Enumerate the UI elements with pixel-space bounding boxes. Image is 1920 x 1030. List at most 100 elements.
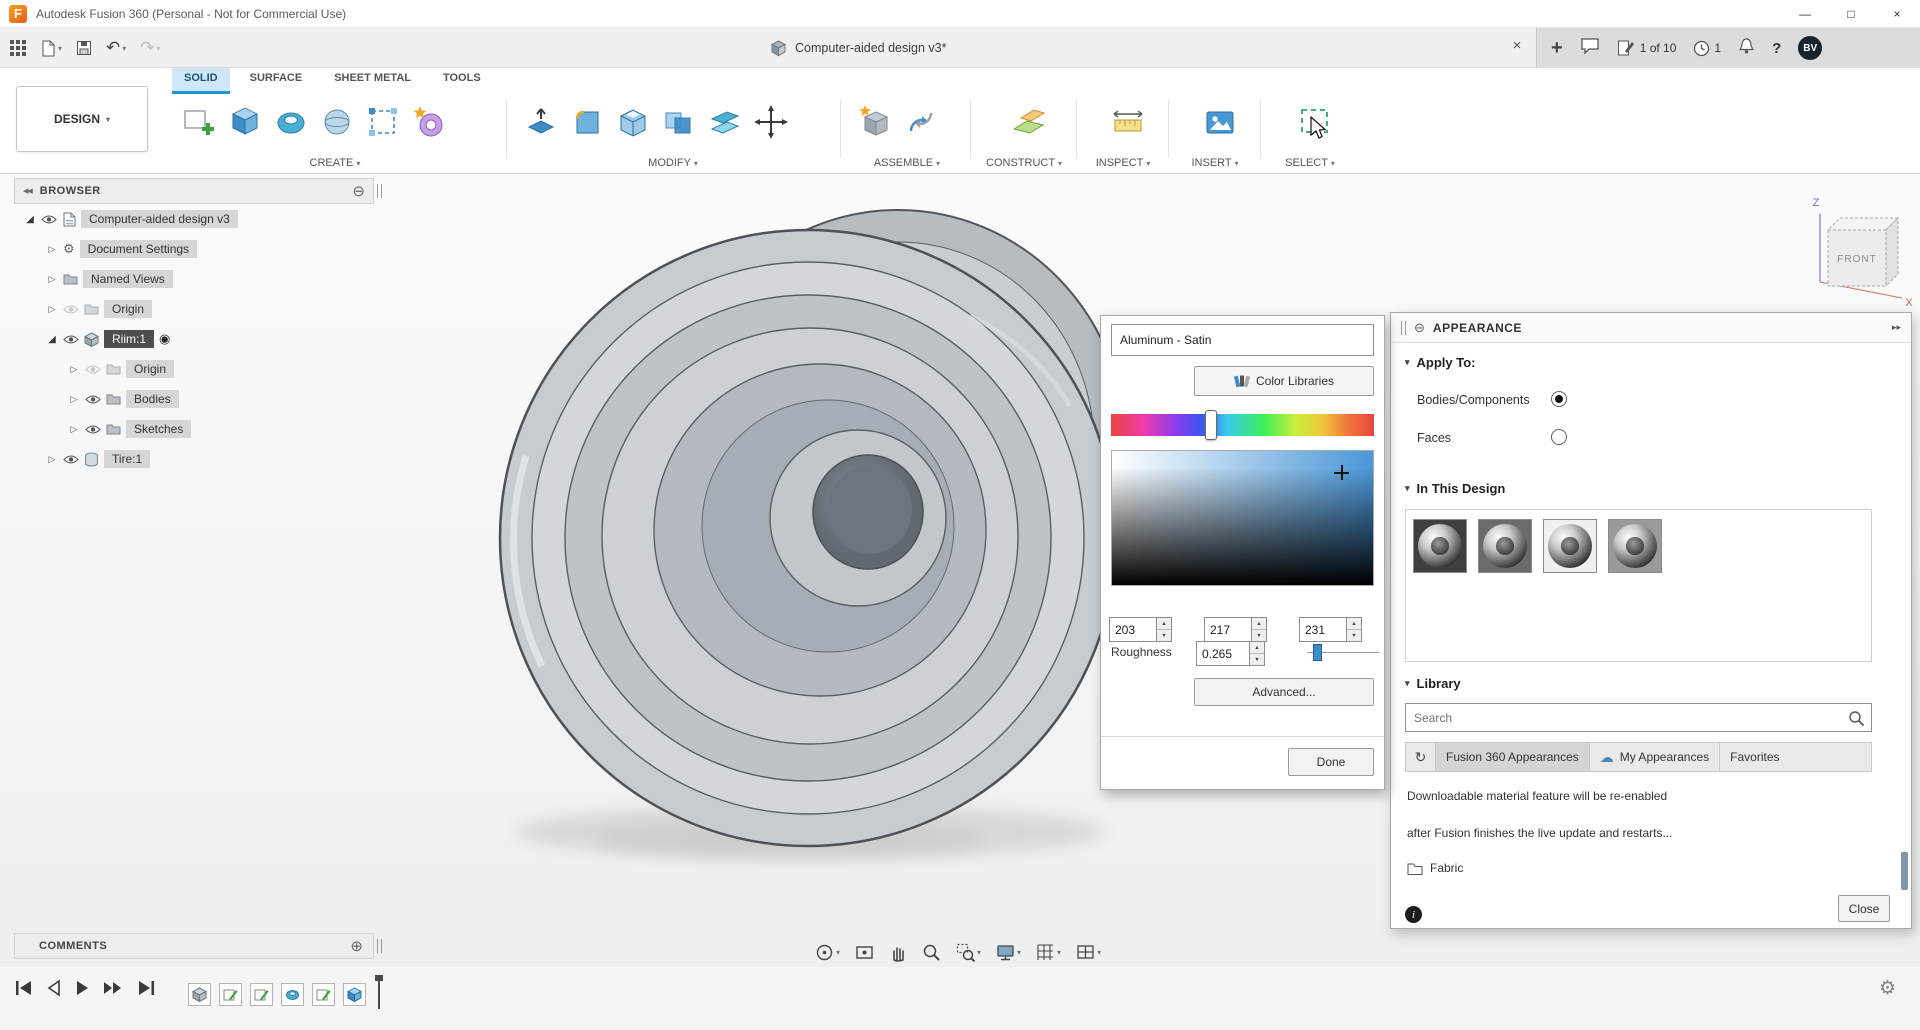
document-tab[interactable]: Computer-aided design v3* — [770, 28, 946, 68]
visibility-eye-icon[interactable] — [63, 334, 79, 345]
view-cube[interactable]: FRONT Z X — [1782, 186, 1917, 316]
in-this-design-section[interactable]: ▾ In This Design — [1405, 481, 1505, 496]
zoom-icon[interactable] — [922, 943, 941, 962]
library-category-fabric[interactable]: Fabric — [1407, 861, 1463, 875]
hue-slider[interactable] — [1111, 410, 1374, 440]
document-tab-close-icon[interactable]: × — [1506, 37, 1528, 59]
group-assemble[interactable]: ASSEMBLE ▾ — [846, 157, 968, 169]
group-inspect[interactable]: INSPECT ▾ — [1080, 157, 1166, 169]
appearance-swatch[interactable] — [1413, 519, 1467, 573]
grid-snap-icon[interactable]: ▾ — [1036, 943, 1061, 962]
tab-sheet-metal[interactable]: SHEET METAL — [322, 68, 423, 94]
move-icon[interactable] — [752, 103, 790, 141]
new-component-icon[interactable] — [856, 103, 894, 141]
comments-expand-icon[interactable]: ⊕ — [350, 937, 363, 955]
offset-plane-icon[interactable] — [706, 103, 744, 141]
tab-solid[interactable]: SOLID — [172, 68, 230, 94]
group-modify[interactable]: MODIFY ▾ — [512, 157, 834, 169]
display-settings-icon[interactable]: ▾ — [996, 943, 1021, 962]
joint-icon[interactable] — [902, 103, 940, 141]
apply-to-section[interactable]: ▾ Apply To: — [1405, 355, 1476, 370]
expand-icon[interactable]: ◢ — [24, 214, 36, 225]
timeline-feature-extrude[interactable] — [343, 982, 366, 1006]
browser-item-riim-origin[interactable]: ▷ Origin — [14, 354, 374, 384]
timeline-feature-sketch[interactable] — [250, 982, 273, 1006]
spin-up-icon[interactable]: ▲ — [1252, 618, 1266, 630]
comments-bar[interactable]: COMMENTS ⊕ — [14, 933, 374, 959]
activate-component-radio[interactable]: ◉ — [159, 331, 170, 347]
timeline-feature-component[interactable] — [188, 982, 211, 1006]
appearance-swatch[interactable] — [1608, 519, 1662, 573]
browser-minimize-icon[interactable]: ⊖ — [352, 182, 365, 200]
coil-icon[interactable] — [410, 103, 448, 141]
apply-bodies-radio[interactable] — [1551, 391, 1567, 407]
orbit-icon[interactable]: ▾ — [815, 943, 840, 962]
roughness-input[interactable] — [1197, 642, 1249, 665]
viewports-icon[interactable]: ▾ — [1076, 943, 1101, 962]
done-button[interactable]: Done — [1288, 748, 1374, 776]
timeline-feature-revolve[interactable] — [281, 982, 304, 1006]
expand-icon[interactable]: ▷ — [68, 364, 80, 375]
library-scrollbar[interactable] — [1901, 852, 1908, 890]
go-to-end-icon[interactable] — [136, 979, 156, 997]
hue-slider-handle[interactable] — [1204, 410, 1217, 440]
save-icon[interactable] — [76, 40, 92, 56]
viewport-canvas[interactable]: FRONT Z X ◀◀ BROWSER ⊖ ◢ Computer-aided … — [0, 174, 1920, 967]
visibility-eye-icon[interactable] — [85, 394, 101, 405]
saturation-value-picker[interactable] — [1111, 450, 1374, 586]
job-journal-item[interactable]: 1 of 10 — [1617, 39, 1676, 57]
spin-up-icon[interactable]: ▲ — [1347, 618, 1361, 630]
play-icon[interactable] — [74, 979, 90, 997]
maximize-button[interactable]: □ — [1828, 0, 1874, 28]
expand-icon[interactable]: ▷ — [46, 274, 58, 285]
panel-grip[interactable] — [1401, 320, 1406, 335]
expand-icon[interactable]: ▷ — [68, 424, 80, 435]
visibility-eye-icon[interactable] — [63, 454, 79, 465]
browser-item-bodies[interactable]: ▷ Bodies — [14, 384, 374, 414]
appearance-swatch[interactable] — [1543, 519, 1597, 573]
app-grid-menu-icon[interactable] — [10, 40, 26, 56]
apply-faces-radio[interactable] — [1551, 429, 1567, 445]
tab-surface[interactable]: SURFACE — [238, 68, 315, 94]
press-pull-icon[interactable] — [522, 103, 560, 141]
color-picker-crosshair[interactable] — [1334, 465, 1349, 480]
expand-icon[interactable]: ◢ — [46, 334, 58, 345]
avatar[interactable]: BV — [1798, 36, 1823, 60]
undo-icon[interactable]: ↶ ▾ — [106, 38, 126, 58]
red-value-input[interactable] — [1110, 618, 1156, 641]
spin-down-icon[interactable]: ▼ — [1250, 654, 1264, 665]
step-back-icon[interactable] — [46, 979, 62, 997]
measure-icon[interactable] — [1109, 103, 1147, 141]
visibility-eye-off-icon[interactable] — [63, 304, 79, 315]
panel-collapse-icon[interactable]: ⊖ — [1414, 320, 1425, 336]
construct-plane-icon[interactable] — [1010, 103, 1048, 141]
new-tab-icon[interactable]: + — [1551, 37, 1563, 60]
go-to-start-icon[interactable] — [14, 979, 34, 997]
look-at-icon[interactable] — [855, 943, 874, 962]
notifications-bell-icon[interactable] — [1738, 37, 1755, 60]
shell-icon[interactable] — [614, 103, 652, 141]
create-sketch-icon[interactable] — [180, 103, 218, 141]
timeline-feature-sketch[interactable] — [312, 982, 335, 1006]
timeline-position-marker[interactable] — [375, 975, 383, 1009]
collapse-browser-icon[interactable]: ◀◀ — [23, 187, 33, 195]
comments-grip[interactable] — [377, 939, 382, 953]
spin-down-icon[interactable]: ▼ — [1347, 630, 1361, 641]
group-create[interactable]: CREATE ▾ — [170, 157, 500, 169]
job-status-item[interactable]: 1 — [1693, 40, 1721, 57]
revolve-icon[interactable] — [272, 103, 310, 141]
browser-grip[interactable] — [377, 184, 382, 198]
browser-item-root[interactable]: ◢ Computer-aided design v3 — [14, 204, 374, 234]
timeline-settings-gear-icon[interactable]: ⚙ — [1879, 977, 1896, 1000]
panel-expand-right-icon[interactable]: ▸▸ — [1892, 322, 1901, 333]
comments-bubble-icon[interactable] — [1580, 37, 1600, 60]
pan-icon[interactable] — [889, 943, 907, 962]
tab-fusion-appearances[interactable]: Fusion 360 Appearances — [1436, 743, 1590, 771]
close-window-button[interactable]: × — [1874, 0, 1920, 28]
fillet-icon[interactable] — [568, 103, 606, 141]
expand-icon[interactable]: ▷ — [46, 304, 58, 315]
appearance-swatch[interactable] — [1478, 519, 1532, 573]
library-section[interactable]: ▾ Library — [1405, 676, 1461, 691]
insert-image-icon[interactable] — [1201, 103, 1239, 141]
roughness-slider-handle[interactable] — [1313, 644, 1322, 661]
